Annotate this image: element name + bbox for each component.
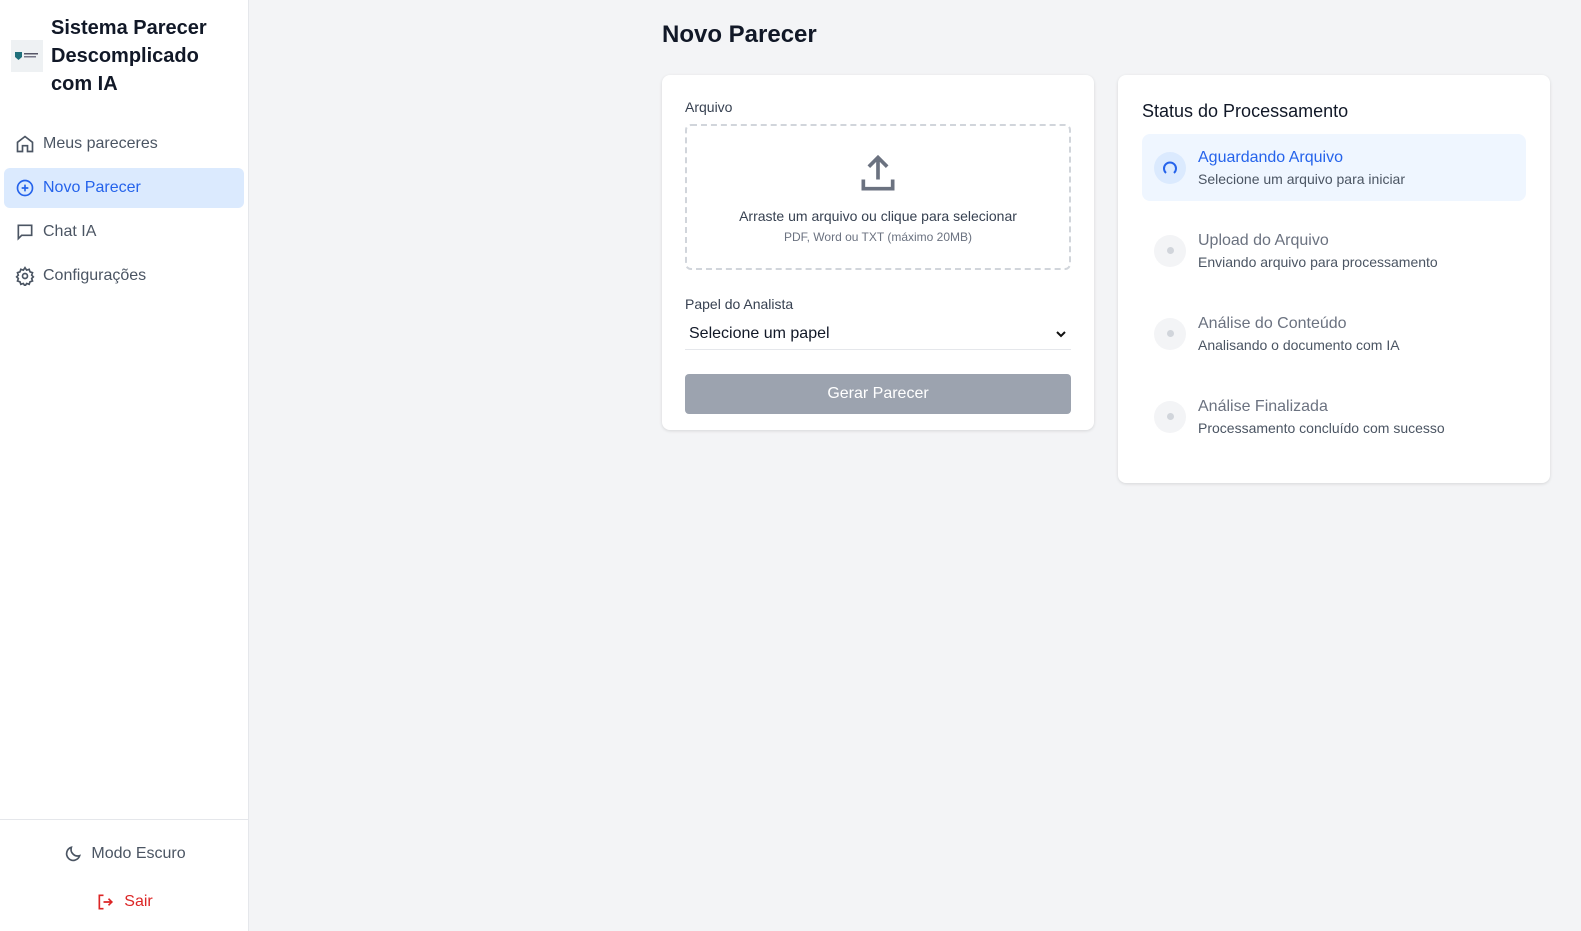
dark-mode-label: Modo Escuro [91,845,186,862]
status-step: Análise do Conteúdo Analisando o document… [1142,300,1526,367]
status-step: Upload do Arquivo Enviando arquivo para p… [1142,217,1526,284]
moon-icon [66,846,82,862]
dropzone-text: Arraste um arquivo ou clique para seleci… [739,208,1017,224]
status-step: Análise Finalizada Processamento concluíd… [1142,383,1526,450]
pending-dot-icon [1154,234,1186,267]
step-desc: Analisando o documento com IA [1198,336,1400,353]
role-select[interactable]: Selecione um papel [685,318,1071,350]
logout-label: Sair [124,893,153,910]
page-title: Novo Parecer [662,21,817,48]
app-title: Sistema Parecer Descomplicado com IA [51,17,207,95]
upload-icon [861,154,895,191]
home-icon [16,135,34,153]
sidebar: Sistema Parecer Descomplicado com IA Meu… [0,0,249,931]
step-title: Upload do Arquivo [1198,231,1329,249]
nav-configuracoes[interactable]: Configurações [4,256,244,296]
status-card: Status do Processamento Aguardando Arqui… [1118,75,1550,483]
nav: Meus pareceres Novo Parecer Chat IA Conf… [0,124,248,296]
pending-dot-icon [1154,317,1186,350]
upload-card: Arquivo Arraste um arquivo ou clique par… [662,75,1094,430]
status-title: Status do Processamento [1142,101,1349,121]
chat-icon [17,224,33,241]
nav-meus-pareceres[interactable]: Meus pareceres [4,124,244,164]
status-step: Aguardando Arquivo Selecione um arquivo p… [1142,134,1526,201]
logo [11,40,43,72]
sidebar-footer: Modo Escuro Sair [0,819,249,931]
dark-mode-toggle[interactable]: Modo Escuro [0,844,249,864]
nav-label: Meus pareceres [43,135,158,152]
logout-icon [98,894,114,910]
nav-label: Chat IA [43,223,97,240]
chevron-down-icon [1056,330,1066,337]
role-label: Papel do Analista [685,296,794,312]
nav-label: Novo Parecer [43,179,141,196]
step-desc: Processamento concluído com sucesso [1198,419,1445,436]
pending-dot-icon [1154,400,1186,433]
plus-circle-icon [16,179,34,197]
nav-novo-parecer[interactable]: Novo Parecer [4,168,244,208]
step-title: Análise Finalizada [1198,397,1328,415]
file-dropzone[interactable]: Arraste um arquivo ou clique para seleci… [685,124,1071,270]
role-select-value: Selecione um papel [689,324,830,342]
logout-button[interactable]: Sair [0,892,249,912]
nav-chat-ia[interactable]: Chat IA [4,212,244,252]
step-title: Aguardando Arquivo [1198,148,1343,166]
spinner-icon [1154,151,1186,184]
step-title: Análise do Conteúdo [1198,314,1347,332]
generate-button[interactable]: Gerar Parecer [685,374,1071,414]
brand: Sistema Parecer Descomplicado com IA [0,0,248,100]
step-desc: Enviando arquivo para processamento [1198,253,1438,270]
file-label: Arquivo [685,99,733,115]
nav-label: Configurações [43,267,147,284]
gear-icon [15,266,35,286]
step-desc: Selecione um arquivo para iniciar [1198,170,1405,187]
dropzone-hint: PDF, Word ou TXT (máximo 20MB) [783,230,973,244]
